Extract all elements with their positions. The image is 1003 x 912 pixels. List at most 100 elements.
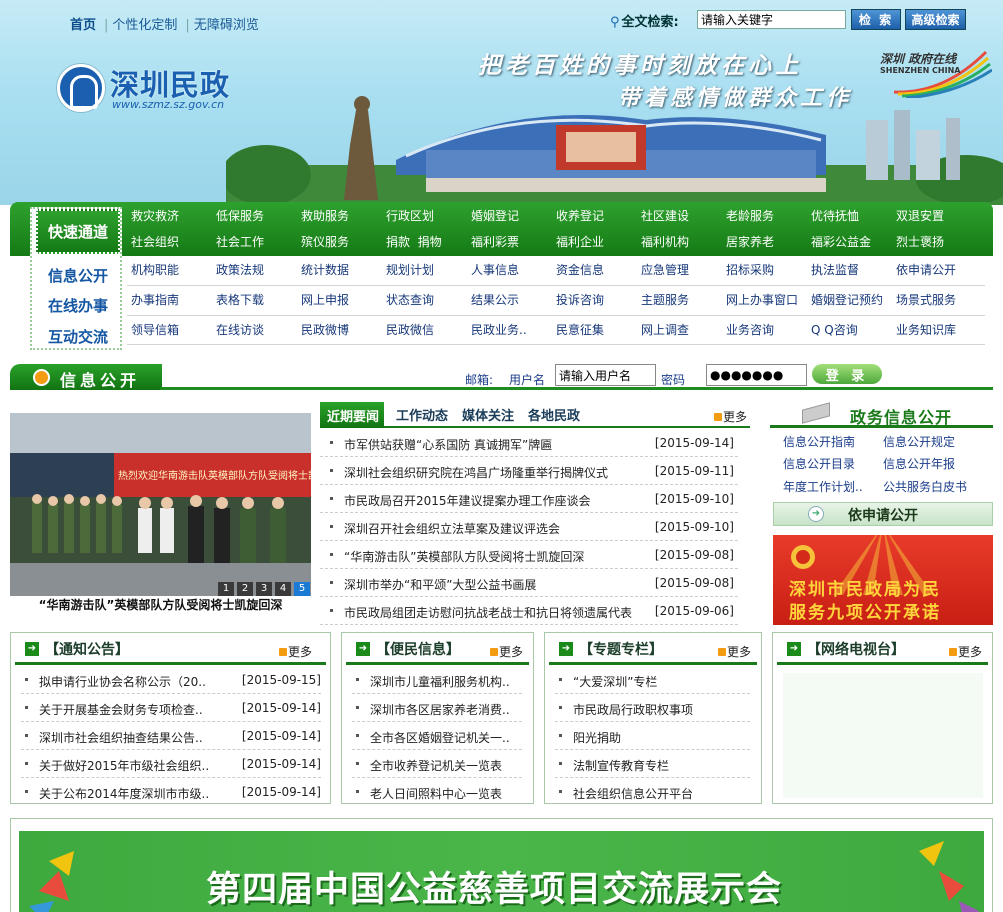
list-item[interactable]: 拟申请行业协会名称公示（20.. [2015-09-15] <box>21 666 321 694</box>
quick-link[interactable]: 行政区划 <box>386 207 434 224</box>
service-promise-banner[interactable]: 深圳市民政局为民 服务九项公开承诺 <box>773 535 993 625</box>
apply-public-button[interactable]: ➜ 依申请公开 <box>773 502 993 526</box>
list-item[interactable]: 关于开展基金会财务专项检查.. [2015-09-14] <box>21 694 321 722</box>
news-row[interactable]: “华南游击队”英模部队方队受阅将士凯旋回深 [2015-09-08] <box>320 541 738 569</box>
news-photo-slideshow[interactable]: 热烈欢迎华南游击队英模部队方队受阅将士凯旋欢迎仪式 12345 “华南游击队”英… <box>10 413 311 612</box>
service-link[interactable]: 网上申报 <box>301 291 349 308</box>
list-item[interactable]: 深圳市各区居家养老消费.. <box>352 694 522 722</box>
slide-dot[interactable]: 3 <box>256 582 272 596</box>
password-input[interactable] <box>706 364 807 386</box>
gov-info-link[interactable]: 信息公开目录 <box>783 455 855 472</box>
slide-dot[interactable]: 4 <box>275 582 291 596</box>
tab-media-focus[interactable]: 媒体关注 <box>462 405 514 424</box>
login-button[interactable]: 登 录 <box>812 364 882 384</box>
info-link[interactable]: 应急管理 <box>641 261 689 278</box>
quick-link[interactable]: 福彩公益金 <box>811 233 871 250</box>
section-label-online-service[interactable]: 在线办事 <box>48 295 108 316</box>
info-link[interactable]: 依申请公开 <box>896 261 956 278</box>
info-link[interactable]: 政策法规 <box>216 261 264 278</box>
interaction-link[interactable]: 在线访谈 <box>216 321 264 338</box>
service-link[interactable]: 办事指南 <box>131 291 179 308</box>
quick-link[interactable]: 捐款 捐物 <box>386 233 442 250</box>
info-link[interactable]: 规划计划 <box>386 261 434 278</box>
search-input[interactable] <box>697 10 846 29</box>
section-label-interaction[interactable]: 互动交流 <box>48 326 108 347</box>
list-item[interactable]: 社会组织信息公开平台 <box>555 778 750 806</box>
more-link[interactable]: 更多 <box>714 408 747 425</box>
quick-link[interactable]: 老龄服务 <box>726 207 774 224</box>
quick-link[interactable]: 救灾救济 <box>131 207 179 224</box>
info-link[interactable]: 机构职能 <box>131 261 179 278</box>
username-input[interactable] <box>555 364 656 386</box>
quick-link[interactable]: 社区建设 <box>641 207 689 224</box>
slide-dot[interactable]: 2 <box>237 582 253 596</box>
info-link[interactable]: 统计数据 <box>301 261 349 278</box>
list-item[interactable]: 阳光捐助 <box>555 722 750 750</box>
service-link[interactable]: 婚姻登记预约 <box>811 291 883 308</box>
quick-link[interactable]: 福利彩票 <box>471 233 519 250</box>
service-link[interactable]: 网上办事窗口 <box>726 291 798 308</box>
gov-info-link[interactable]: 信息公开规定 <box>883 433 955 450</box>
list-item[interactable]: 深圳市社会组织抽查结果公告.. [2015-09-14] <box>21 722 321 750</box>
service-link[interactable]: 表格下载 <box>216 291 264 308</box>
quick-link[interactable]: 救助服务 <box>301 207 349 224</box>
interaction-link[interactable]: 业务咨询 <box>726 321 774 338</box>
interaction-link[interactable]: 领导信箱 <box>131 321 179 338</box>
list-item[interactable]: 市民政局行政职权事项 <box>555 694 750 722</box>
service-link[interactable]: 投诉咨询 <box>556 291 604 308</box>
quick-link[interactable]: 福利机构 <box>641 233 689 250</box>
info-link[interactable]: 人事信息 <box>471 261 519 278</box>
photo-caption[interactable]: “华南游击队”英模部队方队受阅将士凯旋回深 <box>10 596 311 612</box>
list-item[interactable]: 深圳市儿童福利服务机构.. <box>352 666 522 694</box>
gov-info-link[interactable]: 信息公开指南 <box>783 433 855 450</box>
news-row[interactable]: 市民政局召开2015年建议提案办理工作座谈会 [2015-09-10] <box>320 485 738 513</box>
charity-expo-banner[interactable]: 第四届中国公益慈善项目交流展示会 <box>10 818 993 912</box>
advanced-search-button[interactable]: 高级检索 <box>905 9 966 30</box>
list-item[interactable]: 法制宣传教育专栏 <box>555 750 750 778</box>
nav-customize-link[interactable]: 个性化定制 <box>112 18 177 33</box>
slide-dot-active[interactable]: 5 <box>294 582 310 596</box>
info-public-tab[interactable]: 信息公开 <box>10 364 162 390</box>
quick-link[interactable]: 福利企业 <box>556 233 604 250</box>
list-item[interactable]: “大爱深圳”专栏 <box>555 666 750 694</box>
quick-link[interactable]: 社会工作 <box>216 233 264 250</box>
interaction-link[interactable]: 民政微博 <box>301 321 349 338</box>
news-row[interactable]: 深圳市举办“和平颂”大型公益书画展 [2015-09-08] <box>320 569 738 597</box>
more-link[interactable]: 更多 <box>949 643 982 660</box>
service-link[interactable]: 场景式服务 <box>896 291 956 308</box>
nav-accessibility-link[interactable]: 无障碍浏览 <box>194 18 259 33</box>
list-item[interactable]: 关于做好2015年市级社会组织.. [2015-09-14] <box>21 750 321 778</box>
list-item[interactable]: 老人日间照料中心一览表 <box>352 778 522 806</box>
tab-recent-news[interactable]: 近期要闻 <box>320 402 384 428</box>
info-link[interactable]: 资金信息 <box>556 261 604 278</box>
gov-info-link[interactable]: 公共服务白皮书 <box>883 478 967 495</box>
quick-link[interactable]: 低保服务 <box>216 207 264 224</box>
service-link[interactable]: 状态查询 <box>386 291 434 308</box>
quick-link[interactable]: 婚姻登记 <box>471 207 519 224</box>
list-item[interactable]: 全市收养登记机关一览表 <box>352 750 522 778</box>
nav-home-link[interactable]: 首页 <box>70 18 96 33</box>
interaction-link[interactable]: 民意征集 <box>556 321 604 338</box>
slide-dot[interactable]: 1 <box>218 582 234 596</box>
interaction-link[interactable]: 民政微信 <box>386 321 434 338</box>
list-item[interactable]: 全市各区婚姻登记机关一.. <box>352 722 522 750</box>
search-button[interactable]: 检 索 <box>851 9 901 30</box>
more-link[interactable]: 更多 <box>718 643 751 660</box>
quick-link[interactable]: 殡仪服务 <box>301 233 349 250</box>
quick-link[interactable]: 收养登记 <box>556 207 604 224</box>
section-label-info-public[interactable]: 信息公开 <box>48 265 108 286</box>
interaction-link[interactable]: 业务知识库 <box>896 321 956 338</box>
news-row[interactable]: 深圳召开社会组织立法草案及建议评选会 [2015-09-10] <box>320 513 738 541</box>
info-link[interactable]: 招标采购 <box>726 261 774 278</box>
more-link[interactable]: 更多 <box>490 643 523 660</box>
interaction-link[interactable]: Q Q咨询 <box>811 321 858 338</box>
tab-local-civil[interactable]: 各地民政 <box>528 405 580 424</box>
logo-emblem-icon[interactable] <box>57 64 105 112</box>
quick-link[interactable]: 社会组织 <box>131 233 179 250</box>
news-row[interactable]: 市民政局组团走访慰问抗战老战士和抗日将领遗属代表 [2015-09-06] <box>320 597 738 625</box>
quick-link[interactable]: 烈士褒扬 <box>896 233 944 250</box>
news-row[interactable]: 市军供站获赠“心系国防 真诚拥军”牌匾 [2015-09-14] <box>320 429 738 457</box>
gov-info-link[interactable]: 年度工作计划.. <box>783 478 863 495</box>
service-link[interactable]: 结果公示 <box>471 291 519 308</box>
quick-link[interactable]: 双退安置 <box>896 207 944 224</box>
